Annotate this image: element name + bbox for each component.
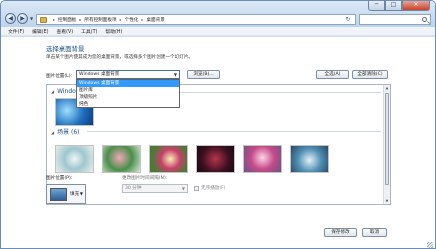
wallpaper-thumbnail[interactable] — [196, 145, 235, 173]
dropdown-option[interactable]: 图片库 — [77, 87, 179, 94]
caption-buttons: ─ □ ✕ — [368, 1, 430, 11]
collapse-triangle-icon: ◢ — [51, 130, 55, 135]
chevron-down-icon: ▼ — [173, 72, 177, 77]
scroll-up-icon[interactable]: ▲ — [384, 85, 390, 91]
breadcrumb-all-items[interactable]: 所有控制面板项 — [84, 17, 116, 23]
close-button[interactable]: ✕ — [402, 1, 430, 11]
breadcrumb-control-panel[interactable]: 控制面板 — [58, 17, 76, 23]
interval-value: 30 分钟 — [125, 186, 142, 191]
breadcrumb-separator: ▸ — [119, 17, 122, 22]
recent-pages-dropdown-icon[interactable]: ▼ — [30, 16, 33, 21]
minimize-button[interactable]: ─ — [368, 1, 385, 11]
wallpaper-thumbnail[interactable] — [102, 145, 141, 173]
wallpaper-thumbnail[interactable] — [55, 145, 94, 173]
browse-button[interactable]: 浏览(B)... — [187, 70, 220, 79]
checkbox-icon — [194, 185, 199, 191]
back-arrow-icon[interactable]: ◀ — [5, 13, 16, 24]
forward-arrow-icon[interactable]: ▶ — [17, 13, 28, 24]
collapse-triangle-icon: ◢ — [51, 89, 55, 94]
picture-location-label: 图片位置(L): — [46, 74, 73, 79]
shuffle-label: 无序播放(F) — [201, 186, 226, 191]
search-icon — [422, 16, 427, 22]
breadcrumb-separator: ▸ — [53, 17, 56, 22]
dropdown-option[interactable]: 纯色 — [77, 101, 179, 108]
wallpaper-thumbnail[interactable] — [149, 145, 188, 173]
breadcrumb-desktop-background[interactable]: 桌面背景 — [146, 17, 164, 23]
picture-location-value: Windows 桌面背景 — [79, 72, 120, 77]
dropdown-option[interactable]: 顶级照片 — [77, 94, 179, 101]
interval-label: 更改图片时间间隔(N): — [122, 176, 168, 181]
refresh-icon[interactable]: ↻ — [343, 15, 353, 24]
wallpaper-thumbnail[interactable] — [290, 145, 329, 173]
chevron-down-icon: ▼ — [79, 191, 83, 196]
group-divider — [87, 131, 381, 132]
vertical-scrollbar[interactable]: ▲ ▼ — [383, 85, 390, 204]
menu-file[interactable]: 文件(F) — [8, 28, 24, 35]
position-preview-icon — [50, 188, 67, 201]
scrollbar-thumb[interactable] — [385, 93, 389, 185]
menu-view[interactable]: 查看(V) — [56, 28, 73, 35]
menu-tools[interactable]: 工具(T) — [81, 28, 97, 35]
folder-icon — [40, 16, 47, 23]
picture-position-select[interactable]: 填充 ▼ — [46, 184, 86, 204]
page-title: 选择桌面背景 — [46, 45, 85, 53]
menu-bar: 文件(F) 编辑(E) 查看(V) 工具(T) 帮助(H) — [1, 27, 435, 36]
dropdown-option[interactable]: Windows 桌面背景 — [77, 80, 179, 87]
save-button[interactable]: 保存修改 — [324, 228, 357, 237]
cancel-button[interactable]: 取消 — [362, 228, 387, 237]
breadcrumb-separator: ▸ — [141, 17, 144, 22]
menu-edit[interactable]: 编辑(E) — [32, 28, 48, 35]
resize-grip-icon[interactable] — [427, 242, 433, 248]
window-frame: ─ □ ✕ ◀ ▶ ▼ ▸ 控制面板 ▸ 所有控制面板项 ▸ 个性化 ▸ 桌面背… — [0, 0, 436, 249]
breadcrumb-personalization[interactable]: 个性化 — [125, 17, 139, 23]
interval-select[interactable]: 30 分钟 ▼ — [122, 184, 188, 193]
maximize-button[interactable]: □ — [385, 1, 402, 11]
wallpaper-thumbnail[interactable] — [243, 145, 282, 173]
group-title-text: 场景 (6) — [57, 129, 80, 136]
breadcrumb-separator: ▸ — [79, 17, 82, 22]
search-input[interactable] — [359, 14, 431, 25]
picture-location-dropdown: Windows 桌面背景 图片库 顶级照片 纯色 — [76, 79, 180, 108]
group-header-scenes[interactable]: ◢ 场景 (6) — [51, 127, 80, 136]
select-all-button[interactable]: 全选(A) — [316, 70, 349, 79]
clear-all-button[interactable]: 全部清除(C) — [352, 70, 388, 79]
scroll-down-icon[interactable]: ▼ — [384, 198, 390, 204]
picture-position-value: 填充 — [70, 192, 80, 197]
picture-location-select[interactable]: Windows 桌面背景 ▼ — [76, 70, 180, 79]
address-bar[interactable]: ▸ 控制面板 ▸ 所有控制面板项 ▸ 个性化 ▸ 桌面背景 — [36, 14, 356, 25]
menu-help[interactable]: 帮助(H) — [105, 28, 122, 35]
page-description: 单击某个图片使其成为您的桌面背景，或选择多个图片创建一个幻灯片。 — [46, 55, 194, 60]
title-bar: ─ □ ✕ ◀ ▶ ▼ ▸ 控制面板 ▸ 所有控制面板项 ▸ 个性化 ▸ 桌面背… — [1, 1, 435, 27]
picture-position-label: 图片位置(P): — [46, 176, 73, 181]
shuffle-checkbox[interactable]: 无序播放(F) — [194, 185, 226, 191]
main-content: 选择桌面背景 单击某个图片使其成为您的桌面背景，或选择多个图片创建一个幻灯片。 … — [1, 37, 435, 248]
chevron-down-icon: ▼ — [181, 186, 185, 191]
